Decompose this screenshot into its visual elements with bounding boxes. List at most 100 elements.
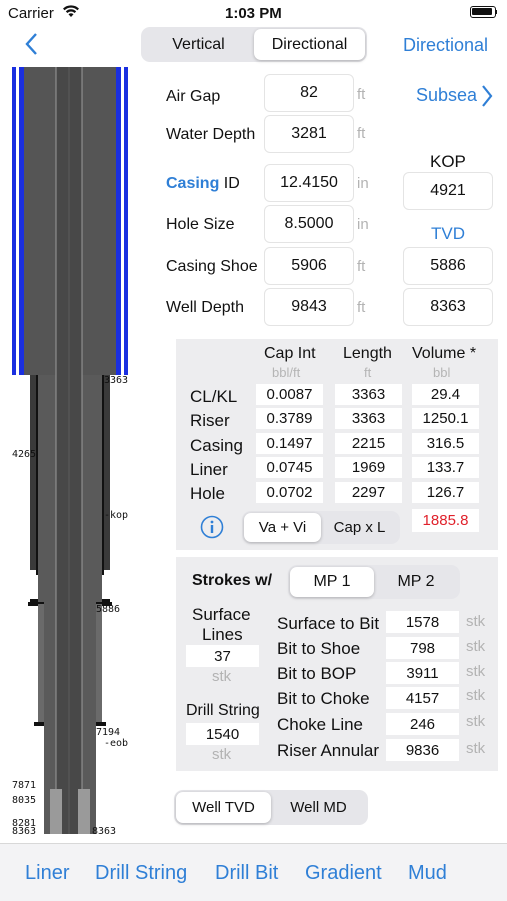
surface-lines-unit: stk	[212, 668, 232, 685]
pump-segmented-control[interactable]: MP 1 MP 2	[288, 565, 460, 599]
casing-id-field[interactable]: 12.4150	[264, 164, 354, 202]
length-unit: ft	[364, 365, 372, 380]
info-icon[interactable]	[200, 515, 224, 544]
depth-label-7871: 7871	[12, 780, 37, 791]
riser-annular-unit: stk	[466, 740, 486, 757]
mode-vertical-segment[interactable]: Vertical	[143, 29, 254, 60]
surface-to-bit-unit: stk	[466, 613, 486, 630]
carrier-label: Carrier	[8, 5, 54, 22]
casing-link[interactable]: Casing	[166, 175, 219, 192]
tab-mud[interactable]: Mud	[408, 862, 447, 885]
bit-to-bop-label: Bit to BOP	[277, 664, 357, 683]
bit-to-shoe-unit: stk	[466, 638, 486, 655]
depth-label-5886: 5886	[96, 604, 121, 615]
casing-shoe-unit: ft	[357, 258, 366, 275]
bit-to-bop-unit: stk	[466, 663, 486, 680]
well-tvd-segment[interactable]: Well TVD	[176, 792, 271, 823]
surface-lines-field[interactable]: 37	[186, 645, 259, 667]
bit-to-bop-value: 3911	[386, 662, 459, 684]
hole-size-unit: in	[357, 216, 369, 233]
hole-size-field[interactable]: 8.5000	[264, 205, 354, 243]
depth-label-eob: -eob	[104, 738, 129, 749]
riser-annular-value: 9836	[386, 739, 459, 761]
riser-volume-cell: 1250.1	[412, 408, 479, 429]
riser-cap-cell: 0.3789	[256, 408, 323, 429]
cl-kl-row-label: CL/KL	[190, 387, 238, 406]
choke-line-value: 246	[386, 713, 459, 735]
liner-length-cell: 1969	[335, 457, 402, 478]
nav-title-directional: Directional	[403, 35, 489, 55]
casing-id-unit: in	[357, 175, 369, 192]
bit-to-choke-unit: stk	[466, 687, 486, 704]
subsea-label: Subsea	[416, 85, 478, 105]
drill-string-label: Drill String	[186, 702, 260, 719]
mode-segmented-control[interactable]: Vertical Directional	[141, 27, 367, 62]
casing-row-label: Casing	[190, 436, 243, 455]
depth-label-8363-left: 8363	[12, 826, 37, 837]
va-vi-segment[interactable]: Va + Vi	[244, 513, 321, 542]
well-depth-field[interactable]: 9843	[264, 288, 354, 326]
riser-length-cell: 3363	[335, 408, 402, 429]
drill-string-unit: stk	[212, 746, 232, 763]
casing-volume-cell: 316.5	[412, 433, 479, 454]
hole-size-label: Hole Size	[166, 216, 235, 233]
mode-directional-segment[interactable]: Directional	[254, 29, 365, 60]
bit-to-choke-value: 4157	[386, 687, 459, 709]
chevron-right-icon	[480, 84, 494, 113]
tvd-well-field: 8363	[403, 288, 493, 326]
bit-to-choke-label: Bit to Choke	[277, 689, 370, 708]
tvd-shoe-field: 5886	[403, 247, 493, 285]
back-button[interactable]	[20, 30, 44, 58]
well-depth-unit: ft	[357, 299, 366, 316]
strokes-panel: Strokes w/ MP 1 MP 2 Surface Lines 37 st…	[176, 557, 498, 771]
tvd-label: TVD	[431, 224, 465, 243]
tab-drill-string[interactable]: Drill String	[95, 862, 187, 885]
casing-shoe-label: Casing Shoe	[166, 258, 258, 275]
wifi-icon	[62, 4, 80, 22]
hole-volume-cell: 126.7	[412, 482, 479, 503]
surface-to-bit-label: Surface to Bit	[277, 614, 380, 633]
air-gap-label: Air Gap	[166, 88, 221, 105]
well-depth-mode-segmented-control[interactable]: Well TVD Well MD	[174, 790, 368, 825]
kop-field[interactable]: 4921	[403, 172, 493, 210]
casing-shoe-field[interactable]: 5906	[264, 247, 354, 285]
air-gap-unit: ft	[357, 86, 366, 103]
chevron-left-icon	[25, 33, 37, 55]
surface-lines-label-2: Lines	[202, 625, 243, 644]
pump-mp1-segment[interactable]: MP 1	[290, 567, 374, 597]
tab-gradient[interactable]: Gradient	[305, 862, 382, 885]
capacity-panel: Cap Int Length Volume * bbl/ft ft bbl CL…	[176, 339, 498, 550]
riser-row-label: Riser	[190, 411, 230, 430]
pump-mp2-segment[interactable]: MP 2	[374, 567, 458, 597]
volume-unit: bbl	[433, 365, 451, 380]
cap-int-header: Cap Int	[264, 345, 316, 362]
air-gap-field[interactable]: 82	[264, 74, 354, 112]
hole-length-cell: 2297	[335, 482, 402, 503]
strokes-title: Strokes w/	[192, 572, 273, 589]
casing-length-cell: 2215	[335, 433, 402, 454]
tab-liner[interactable]: Liner	[25, 862, 69, 885]
depth-label-3363-right: 3363	[104, 375, 129, 386]
choke-line-label: Choke Line	[277, 715, 364, 734]
well-md-segment[interactable]: Well MD	[271, 792, 366, 823]
bit-to-shoe-label: Bit to Shoe	[277, 639, 361, 658]
clock: 1:03 PM	[225, 5, 282, 22]
water-depth-label: Water Depth	[166, 126, 256, 143]
casing-id-label: Casing ID	[166, 175, 240, 193]
choke-line-unit: stk	[466, 713, 486, 730]
liner-volume-cell: 133.7	[412, 457, 479, 478]
subsea-link[interactable]: Subsea	[416, 85, 477, 106]
tab-drill-bit[interactable]: Drill Bit	[215, 862, 278, 885]
drill-string-field[interactable]: 1540	[186, 723, 259, 745]
well-diagram: 3363 4265 -kop 5886 7194 -eob 7871 8035 …	[0, 64, 140, 839]
cap-x-l-segment[interactable]: Cap x L	[321, 513, 398, 542]
depth-label-8363-right: 8363	[92, 826, 117, 837]
volume-mode-segmented-control[interactable]: Va + Vi Cap x L	[242, 511, 400, 544]
volume-header: Volume *	[412, 345, 477, 362]
casing-id-suffix: ID	[223, 175, 240, 192]
casing-cap-cell: 0.1497	[256, 433, 323, 454]
cl-kl-length-cell: 3363	[335, 384, 402, 405]
cl-kl-cap-cell: 0.0087	[256, 384, 323, 405]
water-depth-field[interactable]: 3281	[264, 115, 354, 153]
depth-label-7194: 7194	[96, 727, 121, 738]
